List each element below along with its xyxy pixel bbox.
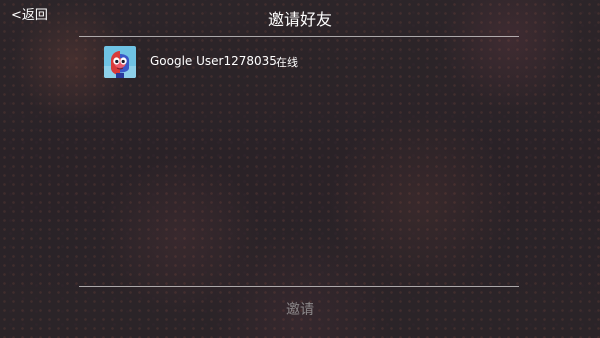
header-divider [79, 36, 519, 37]
friend-status: 在线 [276, 56, 298, 69]
invite-button[interactable]: 邀请 [260, 298, 340, 322]
friend-name: Google User1278035 [150, 54, 277, 68]
masked-face-avatar-icon [104, 46, 136, 78]
friend-list-item[interactable]: Google User1278035 在线 [104, 46, 404, 78]
page-title: 邀请好友 [267, 10, 332, 29]
invite-friends-screen: <返回 邀请好友 Google User1278035 在线 邀请 [0, 0, 600, 338]
footer-divider [79, 286, 519, 287]
avatar [104, 46, 136, 78]
